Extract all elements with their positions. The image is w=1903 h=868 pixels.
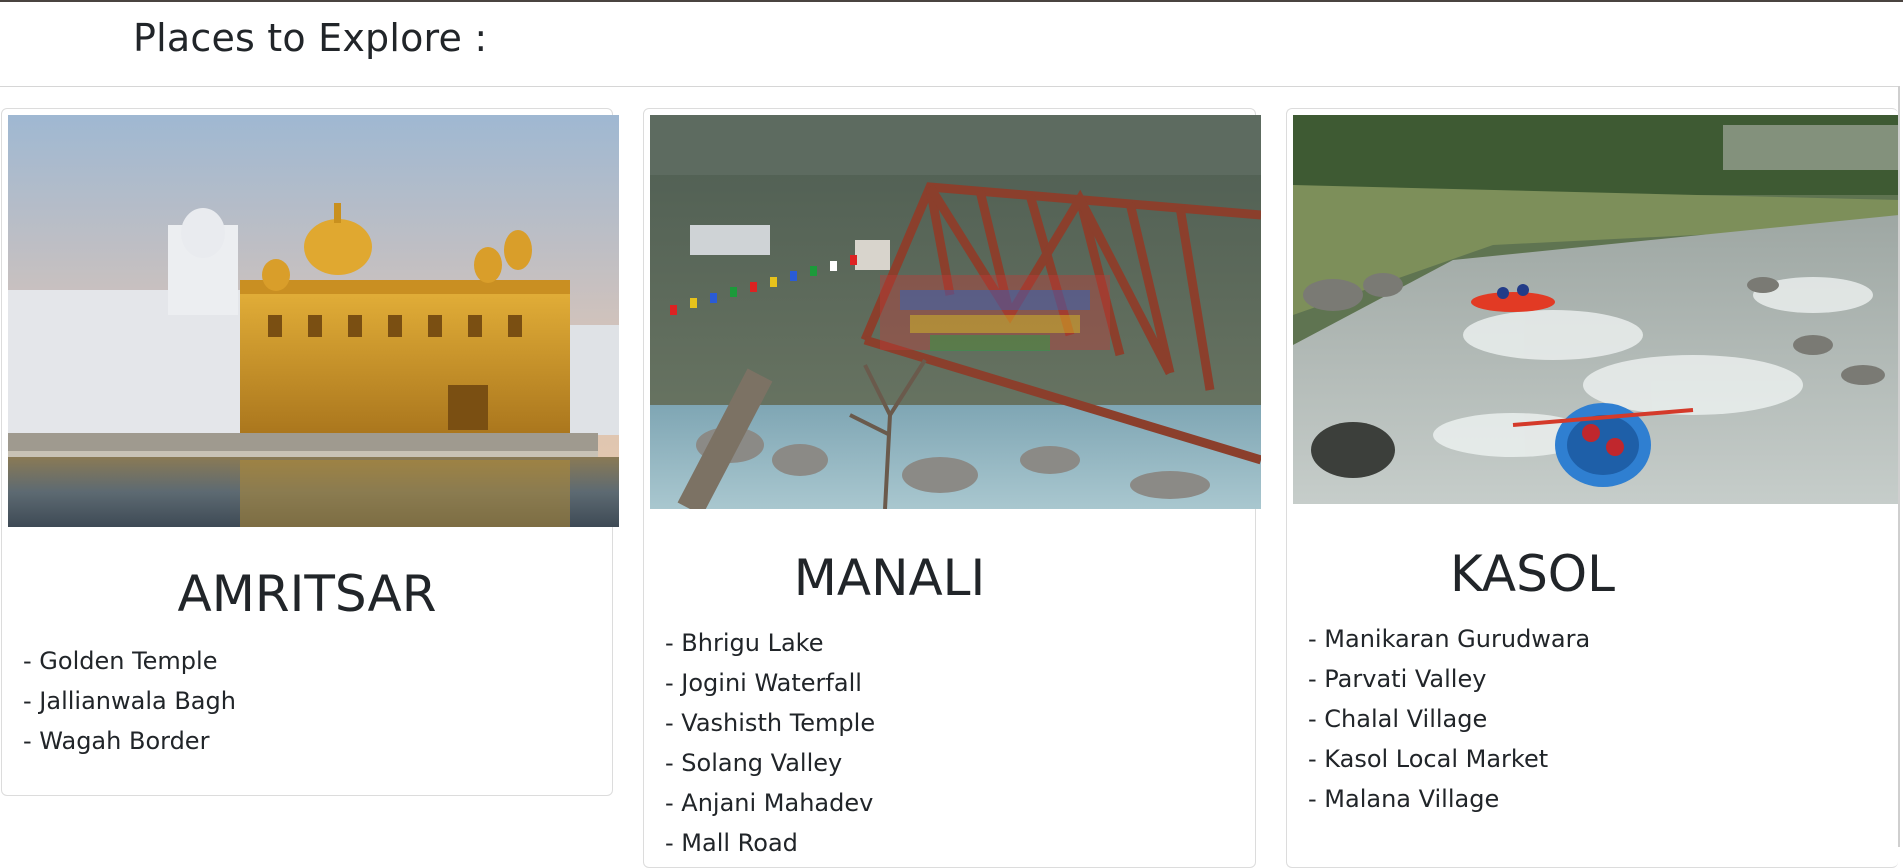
list-item: - Jallianwala Bagh — [23, 687, 236, 715]
list-item: - Wagah Border — [23, 727, 210, 755]
list-item: - Mall Road — [665, 829, 798, 857]
list-item: - Jogini Waterfall — [665, 669, 862, 697]
place-card-amritsar: AMRITSAR - Golden Temple - Jallianwala B… — [1, 108, 619, 796]
manali-bridge-image — [650, 115, 1261, 509]
list-item: - Parvati Valley — [1308, 665, 1487, 693]
place-card-manali: MANALI - Bhrigu Lake - Jogini Waterfall … — [643, 108, 1261, 868]
golden-temple-image — [8, 115, 619, 527]
place-card-kasol: KASOL - Manikaran Gurudwara - Parvati Va… — [1286, 108, 1899, 868]
list-item: - Chalal Village — [1308, 705, 1488, 733]
list-item: - Malana Village — [1308, 785, 1500, 813]
list-item: - Vashisth Temple — [665, 709, 876, 737]
page-title: Places to Explore : — [133, 16, 488, 60]
scrollbar-track[interactable] — [1898, 86, 1900, 847]
page-header: Places to Explore : — [0, 2, 1898, 87]
attractions-list: - Golden Temple - Jallianwala Bagh - Wag… — [23, 641, 236, 761]
list-item: - Kasol Local Market — [1308, 745, 1549, 773]
card-title: AMRITSAR — [177, 565, 437, 623]
card-title: KASOL — [1449, 545, 1616, 603]
list-item: - Solang Valley — [665, 749, 843, 777]
attractions-list: - Bhrigu Lake - Jogini Waterfall - Vashi… — [665, 623, 875, 863]
list-item: - Anjani Mahadev — [665, 789, 874, 817]
list-item: - Bhrigu Lake — [665, 629, 824, 657]
list-item: - Golden Temple — [23, 647, 218, 675]
list-item: - Manikaran Gurudwara — [1308, 625, 1591, 653]
card-title: MANALI — [793, 549, 986, 607]
attractions-list: - Manikaran Gurudwara - Parvati Valley -… — [1308, 619, 1590, 819]
kasol-river-image — [1293, 115, 1899, 504]
